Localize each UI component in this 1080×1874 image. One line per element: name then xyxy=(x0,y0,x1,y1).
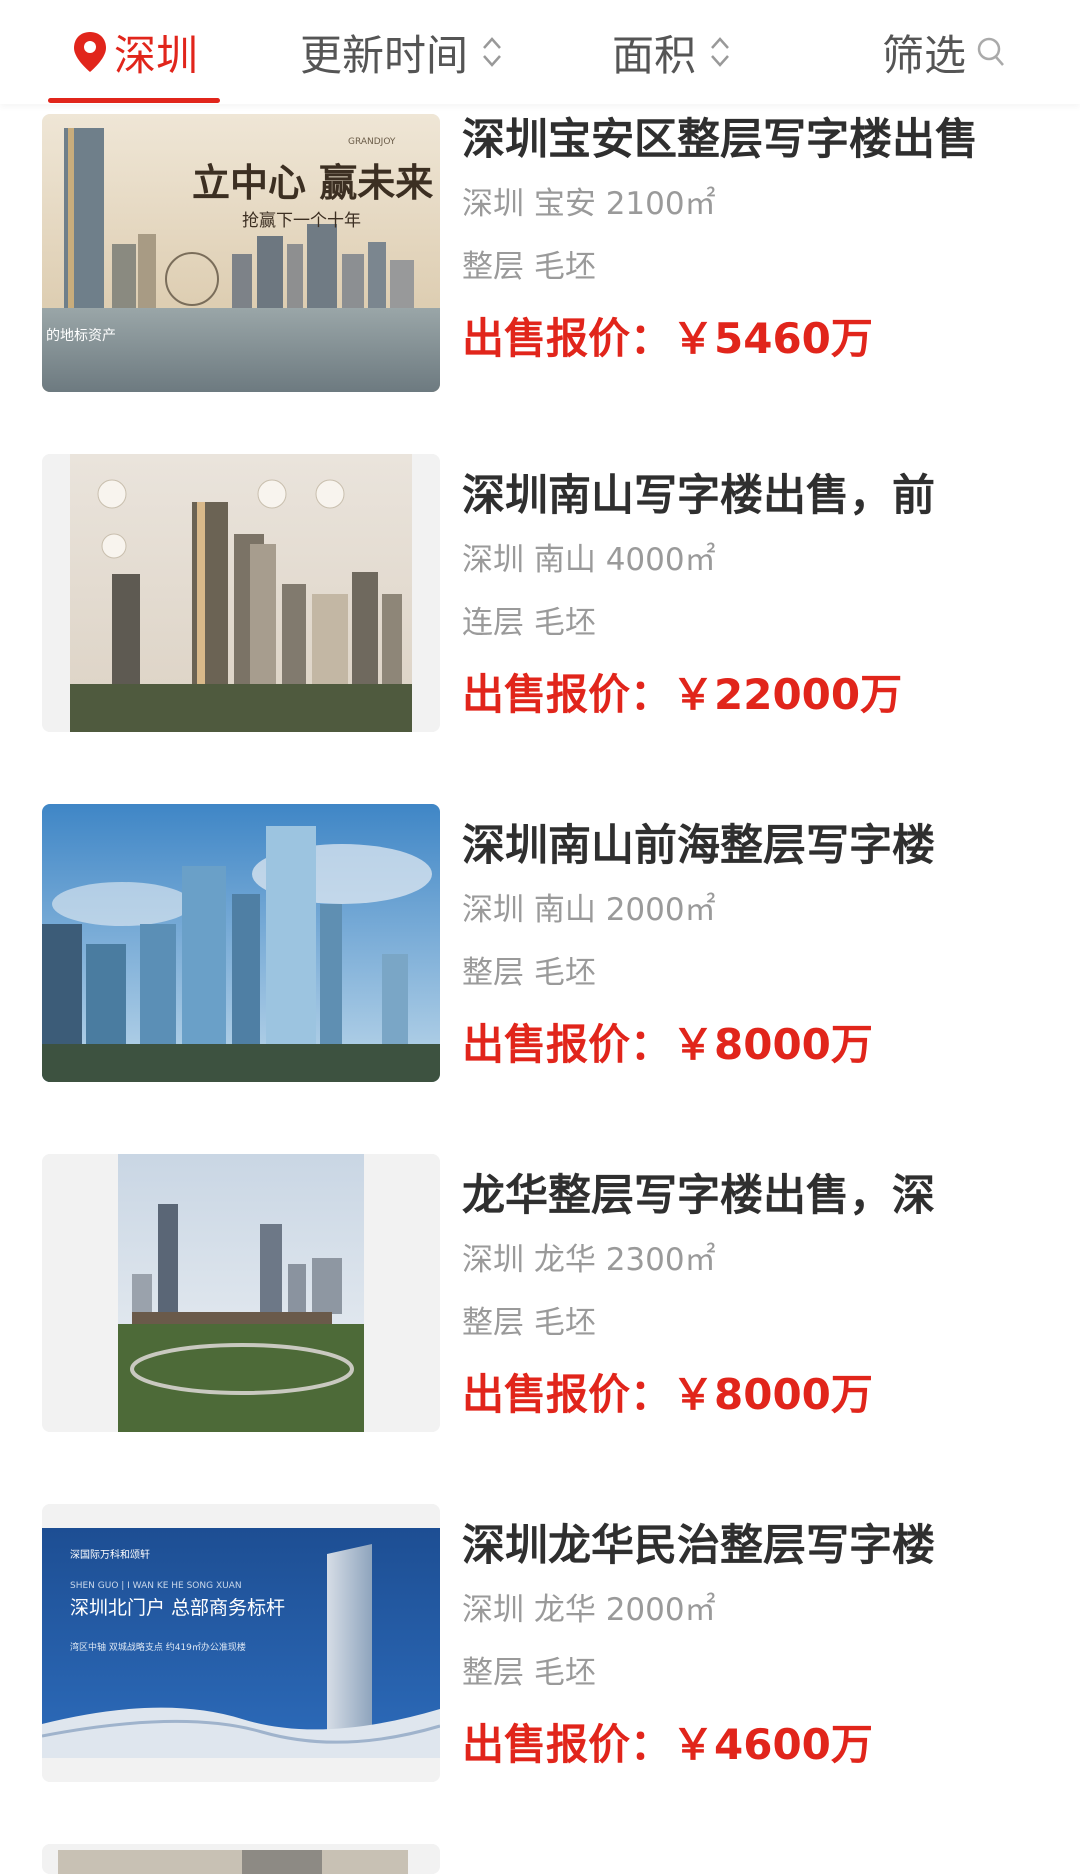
listing-card[interactable]: 深圳南山前海整层写字楼 深圳 南山 2000㎡ 整层 毛坯 出售报价：￥8000… xyxy=(0,804,1080,1094)
listing-title[interactable]: 深圳宝安区整层写字楼出售 xyxy=(462,112,1002,168)
listing-info: 深圳南山写字楼出售，前 深圳 南山 4000㎡ 连层 毛坯 出售报价：￥2200… xyxy=(462,468,1050,723)
listing-location: 深圳 宝安 2100㎡ xyxy=(462,186,716,222)
listing-card[interactable]: 深圳南山写字楼出售，前 深圳 南山 4000㎡ 连层 毛坯 出售报价：￥2200… xyxy=(0,454,1080,744)
listing-tags: 连层 毛坯 xyxy=(462,605,596,641)
listing-image[interactable]: 深国际万科和颂轩 SHEN GUO | I WAN KE HE SONG XUA… xyxy=(42,1504,440,1782)
listing-tags: 整层 毛坯 xyxy=(462,1655,596,1691)
listing-title[interactable]: 深圳南山写字楼出售，前 xyxy=(462,468,1002,524)
sort-update-time[interactable]: 更新时间 xyxy=(300,0,504,104)
listing-image[interactable] xyxy=(42,454,440,732)
listing-location: 深圳 南山 2000㎡ xyxy=(462,892,716,928)
listing-image[interactable] xyxy=(42,1844,440,1874)
listing-location: 深圳 龙华 2300㎡ xyxy=(462,1242,716,1278)
active-tab-indicator xyxy=(48,98,220,103)
area-label: 面积 xyxy=(612,30,697,80)
sort-arrows-icon xyxy=(711,37,729,67)
image-subtitle: 抢赢下一个十年 xyxy=(242,211,361,231)
listing-price: 出售报价：￥5460万 xyxy=(462,314,873,363)
listing-info: 深圳宝安区整层写字楼出售 深圳 宝安 2100㎡ 整层 毛坯 出售报价：￥546… xyxy=(462,112,1050,367)
filter-label: 筛选 xyxy=(882,30,967,80)
listing-image[interactable]: 立中心 赢未来 抢赢下一个十年 GRANDJOY 的地标资产 xyxy=(42,114,440,392)
listing-price: 出售报价：￥8000万 xyxy=(462,1020,873,1069)
city-selector[interactable]: 深圳 xyxy=(72,0,198,104)
listing-info: 深圳南山前海整层写字楼 深圳 南山 2000㎡ 整层 毛坯 出售报价：￥8000… xyxy=(462,818,1050,1073)
city-label: 深圳 xyxy=(114,30,199,80)
listing-title[interactable]: 龙华整层写字楼出售，深 xyxy=(462,1168,1002,1224)
listing-card[interactable] xyxy=(0,1844,1080,1874)
image-brand: 深国际万科和颂轩 xyxy=(70,1548,150,1561)
image-brand: GRANDJOY xyxy=(348,137,396,147)
sort-arrows-icon xyxy=(483,37,501,67)
listing-title[interactable]: 深圳南山前海整层写字楼 xyxy=(462,818,1002,874)
image-headline: 深圳北门户 总部商务标杆 xyxy=(70,1597,285,1619)
image-slogan: 立中心 赢未来 xyxy=(192,160,433,205)
image-caption: 的地标资产 xyxy=(46,328,116,344)
listing-location: 深圳 龙华 2000㎡ xyxy=(462,1592,716,1628)
listing-price: 出售报价：￥8000万 xyxy=(462,1370,873,1419)
listing-location: 深圳 南山 4000㎡ xyxy=(462,542,716,578)
listing-price: 出售报价：￥4600万 xyxy=(462,1720,873,1769)
listing-price: 出售报价：￥22000万 xyxy=(462,670,903,719)
listing-image[interactable] xyxy=(42,1154,440,1432)
image-english-name: SHEN GUO | I WAN KE HE SONG XUAN xyxy=(70,1581,242,1591)
listing-info: 深圳龙华民治整层写字楼 深圳 龙华 2000㎡ 整层 毛坯 出售报价：￥4600… xyxy=(462,1518,1050,1773)
listing-image[interactable] xyxy=(42,804,440,1082)
sort-area[interactable]: 面积 xyxy=(612,0,732,104)
update-time-label: 更新时间 xyxy=(300,30,469,80)
listing-card[interactable]: 立中心 赢未来 抢赢下一个十年 GRANDJOY 的地标资产 深圳宝安区整层写字… xyxy=(0,104,1080,394)
listing-tags: 整层 毛坯 xyxy=(462,955,596,991)
filter-button[interactable]: 筛选 xyxy=(882,0,1006,104)
image-subtitle: 湾区中轴 双城战略支点 约419㎡办公准现楼 xyxy=(70,1641,246,1653)
listing-tags: 整层 毛坯 xyxy=(462,1305,596,1341)
location-pin-icon xyxy=(74,32,106,72)
listing-card[interactable]: 深国际万科和颂轩 SHEN GUO | I WAN KE HE SONG XUA… xyxy=(0,1504,1080,1794)
listing-title[interactable]: 深圳龙华民治整层写字楼 xyxy=(462,1518,1002,1574)
listing-info: 龙华整层写字楼出售，深 深圳 龙华 2300㎡ 整层 毛坯 出售报价：￥8000… xyxy=(462,1168,1050,1423)
search-icon xyxy=(977,37,1004,66)
listing-tags: 整层 毛坯 xyxy=(462,249,596,285)
listing-card[interactable]: 龙华整层写字楼出售，深 深圳 龙华 2300㎡ 整层 毛坯 出售报价：￥8000… xyxy=(0,1154,1080,1444)
filter-bar: 深圳 更新时间 面积 筛选 xyxy=(0,0,1080,104)
